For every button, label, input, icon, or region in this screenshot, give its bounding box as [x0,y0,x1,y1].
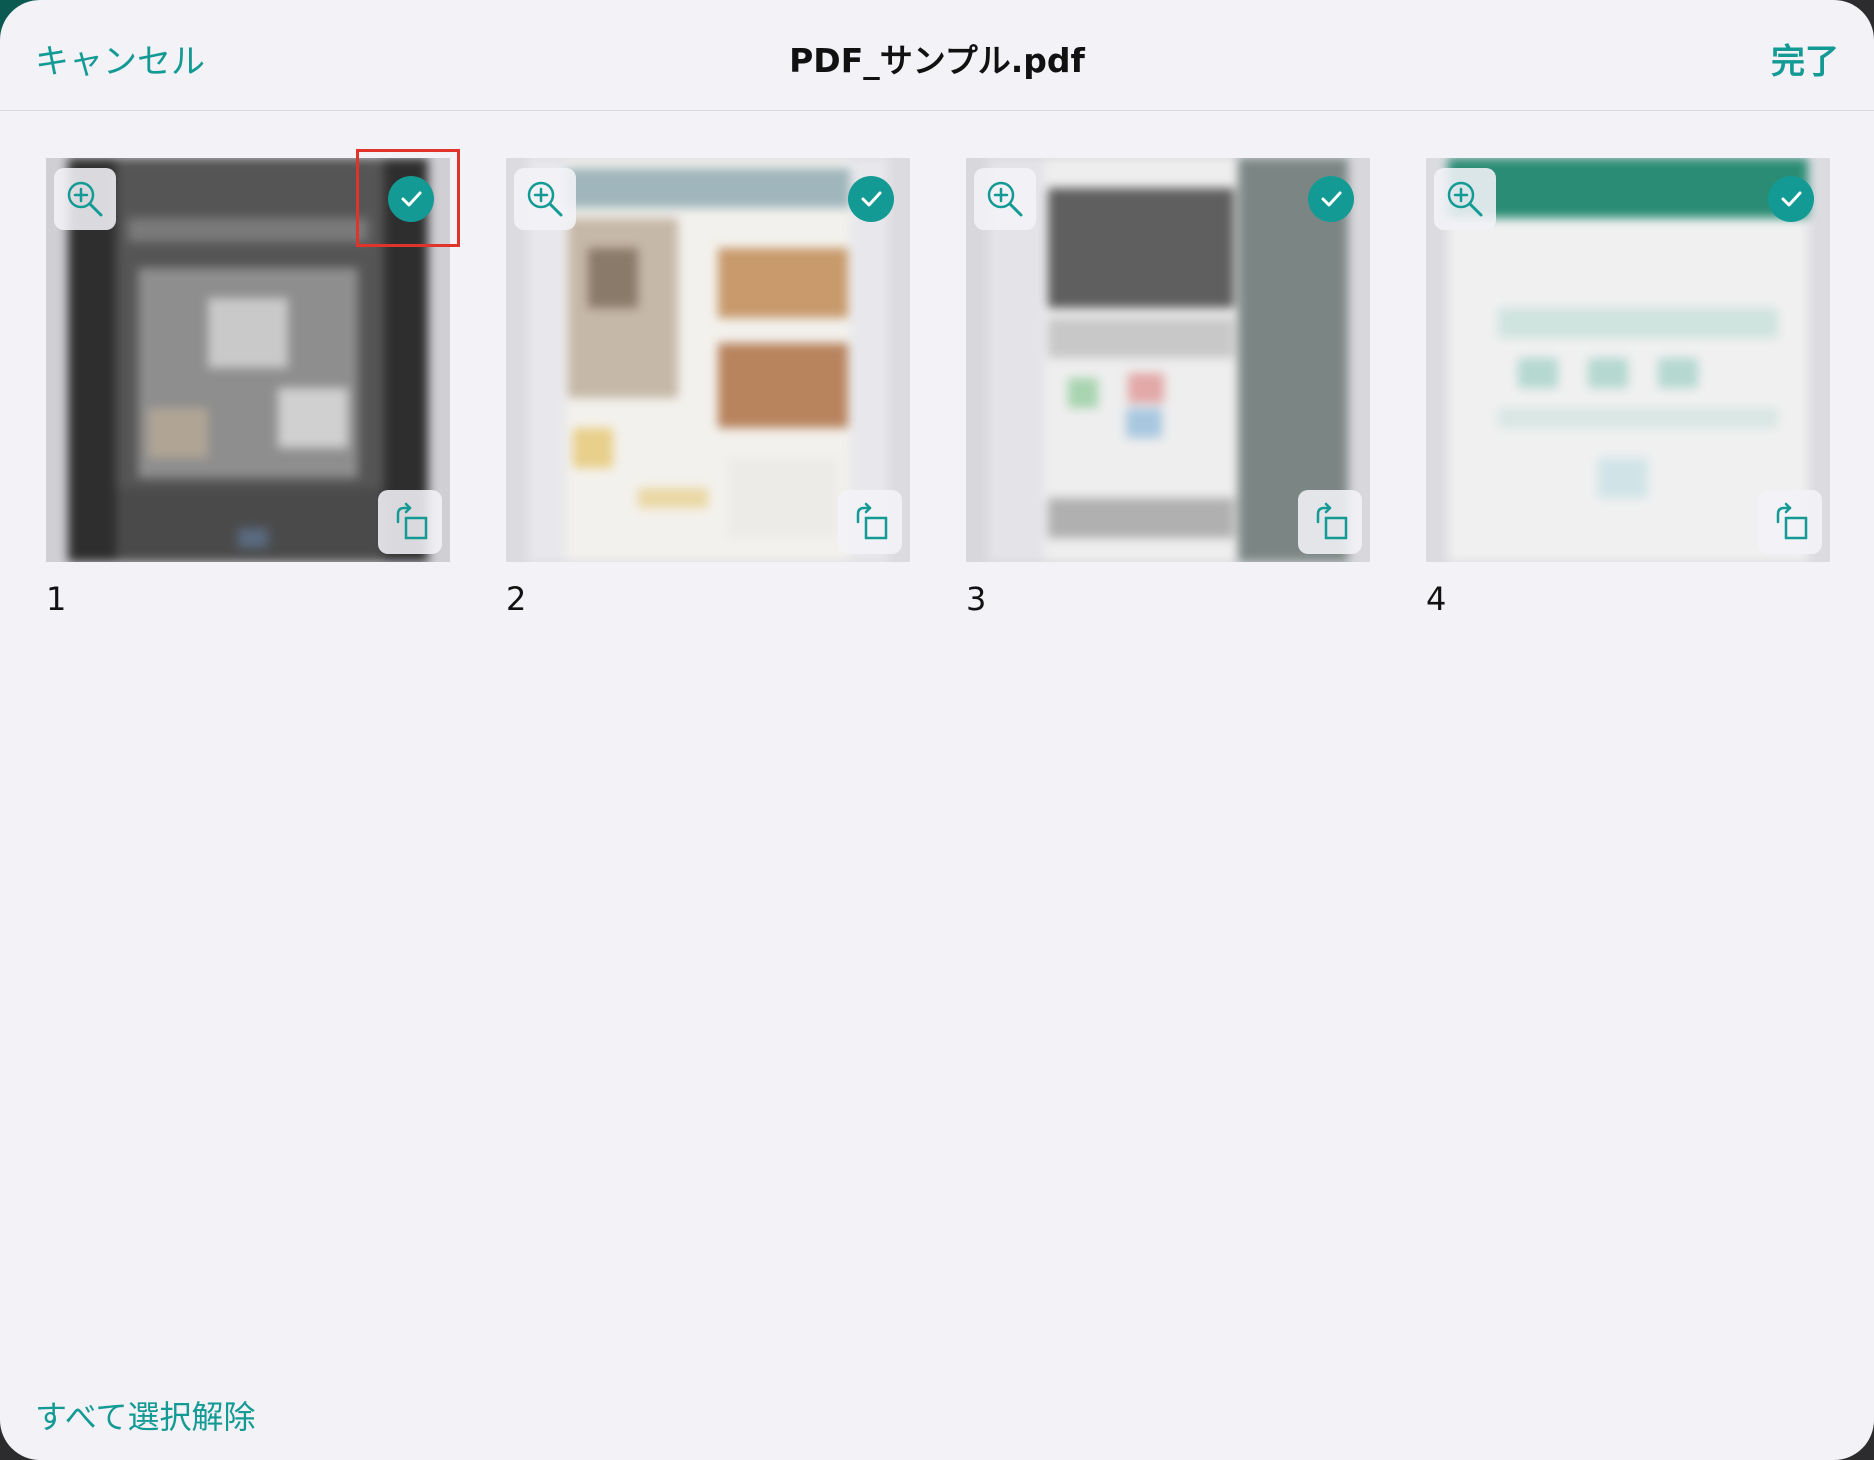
done-button[interactable]: 完了 [1771,34,1839,83]
page-preview [528,158,888,562]
page-preview [988,158,1348,562]
page-number: 3 [966,580,987,618]
page-preview [68,158,428,562]
zoom-button[interactable] [54,168,116,230]
checkmark-icon [1321,191,1342,207]
zoom-button[interactable] [974,168,1036,230]
page-picker-sheet: キャンセル PDF_サンプル.pdf 完了 1 2 3 4 すべて選択解除 [0,0,1874,1460]
page-number: 1 [46,580,67,618]
rotate-icon [396,502,428,540]
rotate-icon [856,502,888,540]
page-card-3[interactable]: 3 [966,158,1370,618]
rotate-button[interactable] [838,490,902,554]
page-thumbnail[interactable] [1426,158,1830,562]
zoom-in-icon [67,181,103,217]
page-select-checkbox[interactable] [1308,176,1354,222]
page-select-checkbox[interactable] [1768,176,1814,222]
rotate-icon [1776,502,1808,540]
zoom-button[interactable] [1434,168,1496,230]
rotate-button[interactable] [1298,490,1362,554]
checkmark-icon [861,191,882,207]
rotate-button[interactable] [378,490,442,554]
page-card-4[interactable]: 4 [1426,158,1830,618]
deselect-all-button[interactable]: すべて選択解除 [35,1392,255,1438]
rotate-button[interactable] [1758,490,1822,554]
zoom-button[interactable] [514,168,576,230]
zoom-in-icon [1447,181,1483,217]
rotate-icon [1316,502,1348,540]
checkmark-icon [401,191,422,207]
zoom-in-icon [987,181,1023,217]
page-thumbnail[interactable] [506,158,910,562]
page-preview [1448,158,1808,562]
page-number: 4 [1426,580,1447,618]
page-thumbnail[interactable] [966,158,1370,562]
checkmark-icon [1781,191,1802,207]
document-title: PDF_サンプル.pdf [789,41,1085,80]
page-thumbnail[interactable] [46,158,450,562]
page-select-checkbox[interactable] [388,176,434,222]
navigation-bar: キャンセル PDF_サンプル.pdf 完了 [0,0,1874,111]
page-number: 2 [506,580,527,618]
zoom-in-icon [527,181,563,217]
page-select-checkbox[interactable] [848,176,894,222]
page-card-2[interactable]: 2 [506,158,910,618]
page-card-1[interactable]: 1 [46,158,450,618]
